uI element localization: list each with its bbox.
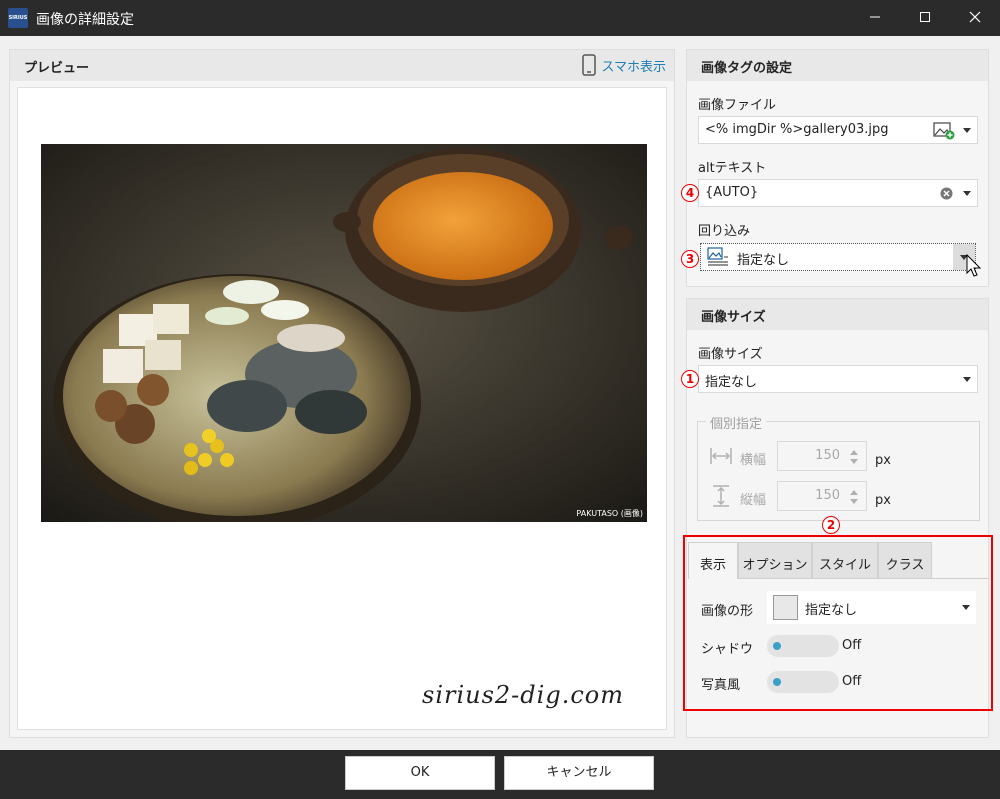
tab-display-label: 表示 [699, 558, 726, 573]
annotation-badge-4: 4 [681, 184, 699, 202]
minimize-icon[interactable] [852, 0, 898, 36]
shape-select[interactable]: 指定なし [767, 591, 976, 624]
spin-up-icon[interactable] [850, 490, 858, 495]
height-value: 150 [815, 488, 840, 503]
photo-credit: PAKUTASO (画像) [576, 509, 643, 518]
dialog-footer [0, 750, 1000, 799]
image-size-header: 画像サイズ [687, 299, 988, 330]
nabe-photo-image [41, 144, 647, 522]
shape-value: 指定なし [805, 603, 858, 618]
chevron-down-icon[interactable] [963, 128, 971, 133]
tab-class-label: クラス [885, 558, 925, 573]
image-wrap-icon [707, 247, 729, 271]
tab-class[interactable]: クラス [878, 542, 932, 579]
image-size-select[interactable]: 指定なし [698, 365, 978, 393]
photo-style-label: 写真風 [701, 678, 741, 693]
size-label: 画像サイズ [698, 347, 763, 362]
wrap-value: 指定なし [737, 253, 790, 268]
shadow-toggle[interactable] [767, 635, 839, 657]
chevron-down-icon[interactable] [962, 605, 970, 610]
image-size-value: 指定なし [705, 375, 758, 390]
width-unit: px [875, 453, 891, 468]
height-label: 縦幅 [740, 493, 767, 508]
tab-options-label: オプション [742, 558, 808, 573]
chevron-down-icon[interactable] [963, 377, 971, 382]
window-title: 画像の詳細設定 [36, 12, 134, 28]
cancel-button[interactable]: キャンセル [504, 756, 654, 790]
preview-canvas: PAKUTASO (画像) sirius2-dig.com [17, 87, 667, 730]
height-stepper[interactable]: 150 [777, 481, 867, 511]
width-value: 150 [815, 448, 840, 463]
image-add-icon[interactable] [933, 122, 955, 144]
preview-photo: PAKUTASO (画像) [41, 144, 647, 522]
width-stepper[interactable]: 150 [777, 441, 867, 471]
tab-style-label: スタイル [818, 558, 871, 573]
alt-text-input[interactable]: {AUTO} [698, 179, 978, 207]
toggle-knob [773, 642, 781, 650]
annotation-badge-3: 3 [681, 250, 699, 268]
height-icon [713, 485, 729, 507]
shape-label: 画像の形 [701, 604, 754, 619]
mobile-view-link[interactable]: スマホ表示 [582, 54, 666, 76]
site-watermark: sirius2-dig.com [422, 681, 624, 709]
photo-style-state: Off [842, 674, 862, 689]
mouse-cursor-icon [966, 254, 982, 277]
spin-down-icon[interactable] [850, 459, 858, 464]
annotation-badge-1: 1 [681, 370, 699, 388]
spin-up-icon[interactable] [850, 450, 858, 455]
alt-text-value: {AUTO} [705, 185, 759, 200]
wrap-select[interactable]: 指定なし [700, 243, 976, 271]
tab-divider [738, 578, 989, 579]
title-bar: SIRIUS 画像の詳細設定 [0, 0, 1000, 36]
shape-swatch [773, 595, 798, 620]
spin-down-icon[interactable] [850, 499, 858, 504]
smartphone-icon [582, 54, 597, 76]
image-tag-header: 画像タグの設定 [687, 50, 988, 81]
height-unit: px [875, 493, 891, 508]
mobile-view-label: スマホ表示 [601, 59, 666, 75]
shadow-state: Off [842, 638, 862, 653]
tab-options[interactable]: オプション [738, 542, 812, 579]
width-icon [710, 448, 732, 464]
preview-title: プレビュー [24, 61, 90, 76]
clear-icon[interactable] [940, 187, 953, 204]
tab-style[interactable]: スタイル [812, 542, 878, 579]
maximize-icon[interactable] [902, 0, 948, 36]
toggle-knob [773, 678, 781, 686]
close-icon[interactable] [952, 0, 998, 36]
image-file-value: <% imgDir %>gallery03.jpg [705, 122, 889, 137]
width-label: 横幅 [740, 453, 767, 468]
photo-style-toggle[interactable] [767, 671, 839, 693]
chevron-down-icon[interactable] [963, 191, 971, 196]
annotation-badge-2: 2 [822, 516, 840, 534]
individual-size-title: 個別指定 [706, 413, 767, 432]
tab-display[interactable]: 表示 [688, 542, 738, 579]
ok-button[interactable]: OK [345, 756, 495, 790]
preview-header: プレビュー スマホ表示 [10, 50, 674, 81]
file-label: 画像ファイル [698, 98, 777, 113]
alt-label: altテキスト [698, 161, 767, 176]
app-icon: SIRIUS [8, 8, 28, 28]
image-file-select[interactable]: <% imgDir %>gallery03.jpg [698, 116, 978, 144]
shadow-label: シャドウ [701, 642, 754, 657]
wrap-label: 回り込み [698, 224, 751, 239]
